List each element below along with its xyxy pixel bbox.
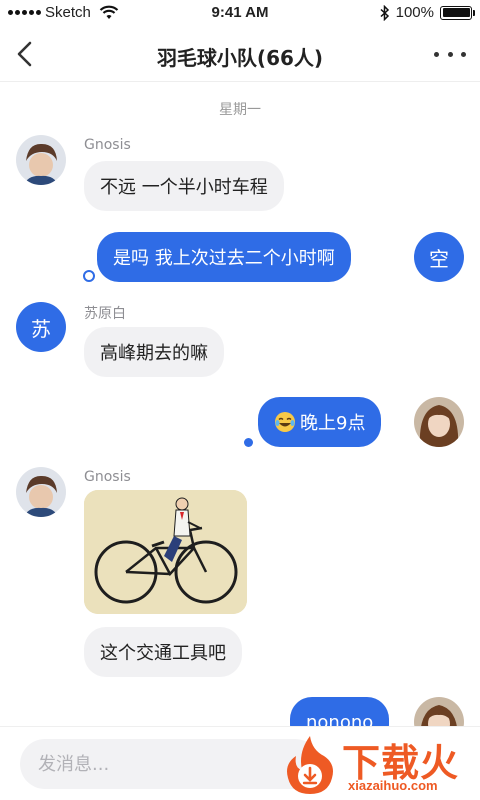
avatar-gnosis[interactable] [16,135,66,185]
day-separator: 星期一 [219,102,261,118]
avatar-kong[interactable]: 空 [414,232,464,282]
chat-area[interactable]: 星期一 Gnosis 不远 一个半小时车程 是吗 我上次过去二个小时啊 空 苏 … [0,83,480,735]
sender-name: Gnosis [84,469,131,485]
sender-name: 苏原白 [84,306,126,322]
message-text: 不远 一个半小时车程 [100,177,268,198]
bluetooth-icon [380,4,389,21]
sender-name: Gnosis [84,137,131,153]
bicycle-illustration-icon [84,490,247,614]
avatar-initial: 苏 [31,316,51,341]
battery-percent: 100% [395,4,434,21]
message-bubble[interactable]: 是吗 我上次过去二个小时啊 [97,232,351,282]
avatar-suyuanbai[interactable]: 苏 [16,302,66,352]
unread-status-icon [83,270,95,282]
message-text: 高峰期去的嘛 [100,343,208,364]
message-bubble[interactable]: 高峰期去的嘛 [84,327,224,377]
message-text: 这个交通工具吧 [100,643,226,664]
message-bubble[interactable]: 不远 一个半小时车程 [84,161,284,211]
message-text: 是吗 我上次过去二个小时啊 [113,248,335,269]
watermark: 下载火 xiazaihuo.com [282,730,480,800]
status-bar: Sketch 9:41 AM 100% [0,0,480,28]
avatar-photo-icon [414,397,464,447]
message-input[interactable] [20,739,320,789]
avatar-initial: 空 [429,246,449,271]
avatar-self[interactable] [414,397,464,447]
watermark-url: xiazaihuo.com [348,778,438,793]
nav-bar: 羽毛球小队(66人) [0,28,480,82]
more-icon[interactable] [434,46,466,62]
status-right: 100% [380,4,475,21]
read-status-icon [244,438,253,447]
message-bubble[interactable]: 这个交通工具吧 [84,627,242,677]
joy-emoji-icon [275,412,295,432]
message-bubble[interactable]: 晚上9点 [258,397,382,447]
message-text: 晚上9点 [300,413,366,434]
page-title: 羽毛球小队(66人) [156,46,324,70]
battery-icon [440,5,475,20]
avatar-photo-icon [16,135,66,185]
avatar-gnosis[interactable] [16,467,66,517]
flame-logo-icon [287,736,333,794]
avatar-photo-icon [16,467,66,517]
image-message[interactable] [84,490,247,614]
